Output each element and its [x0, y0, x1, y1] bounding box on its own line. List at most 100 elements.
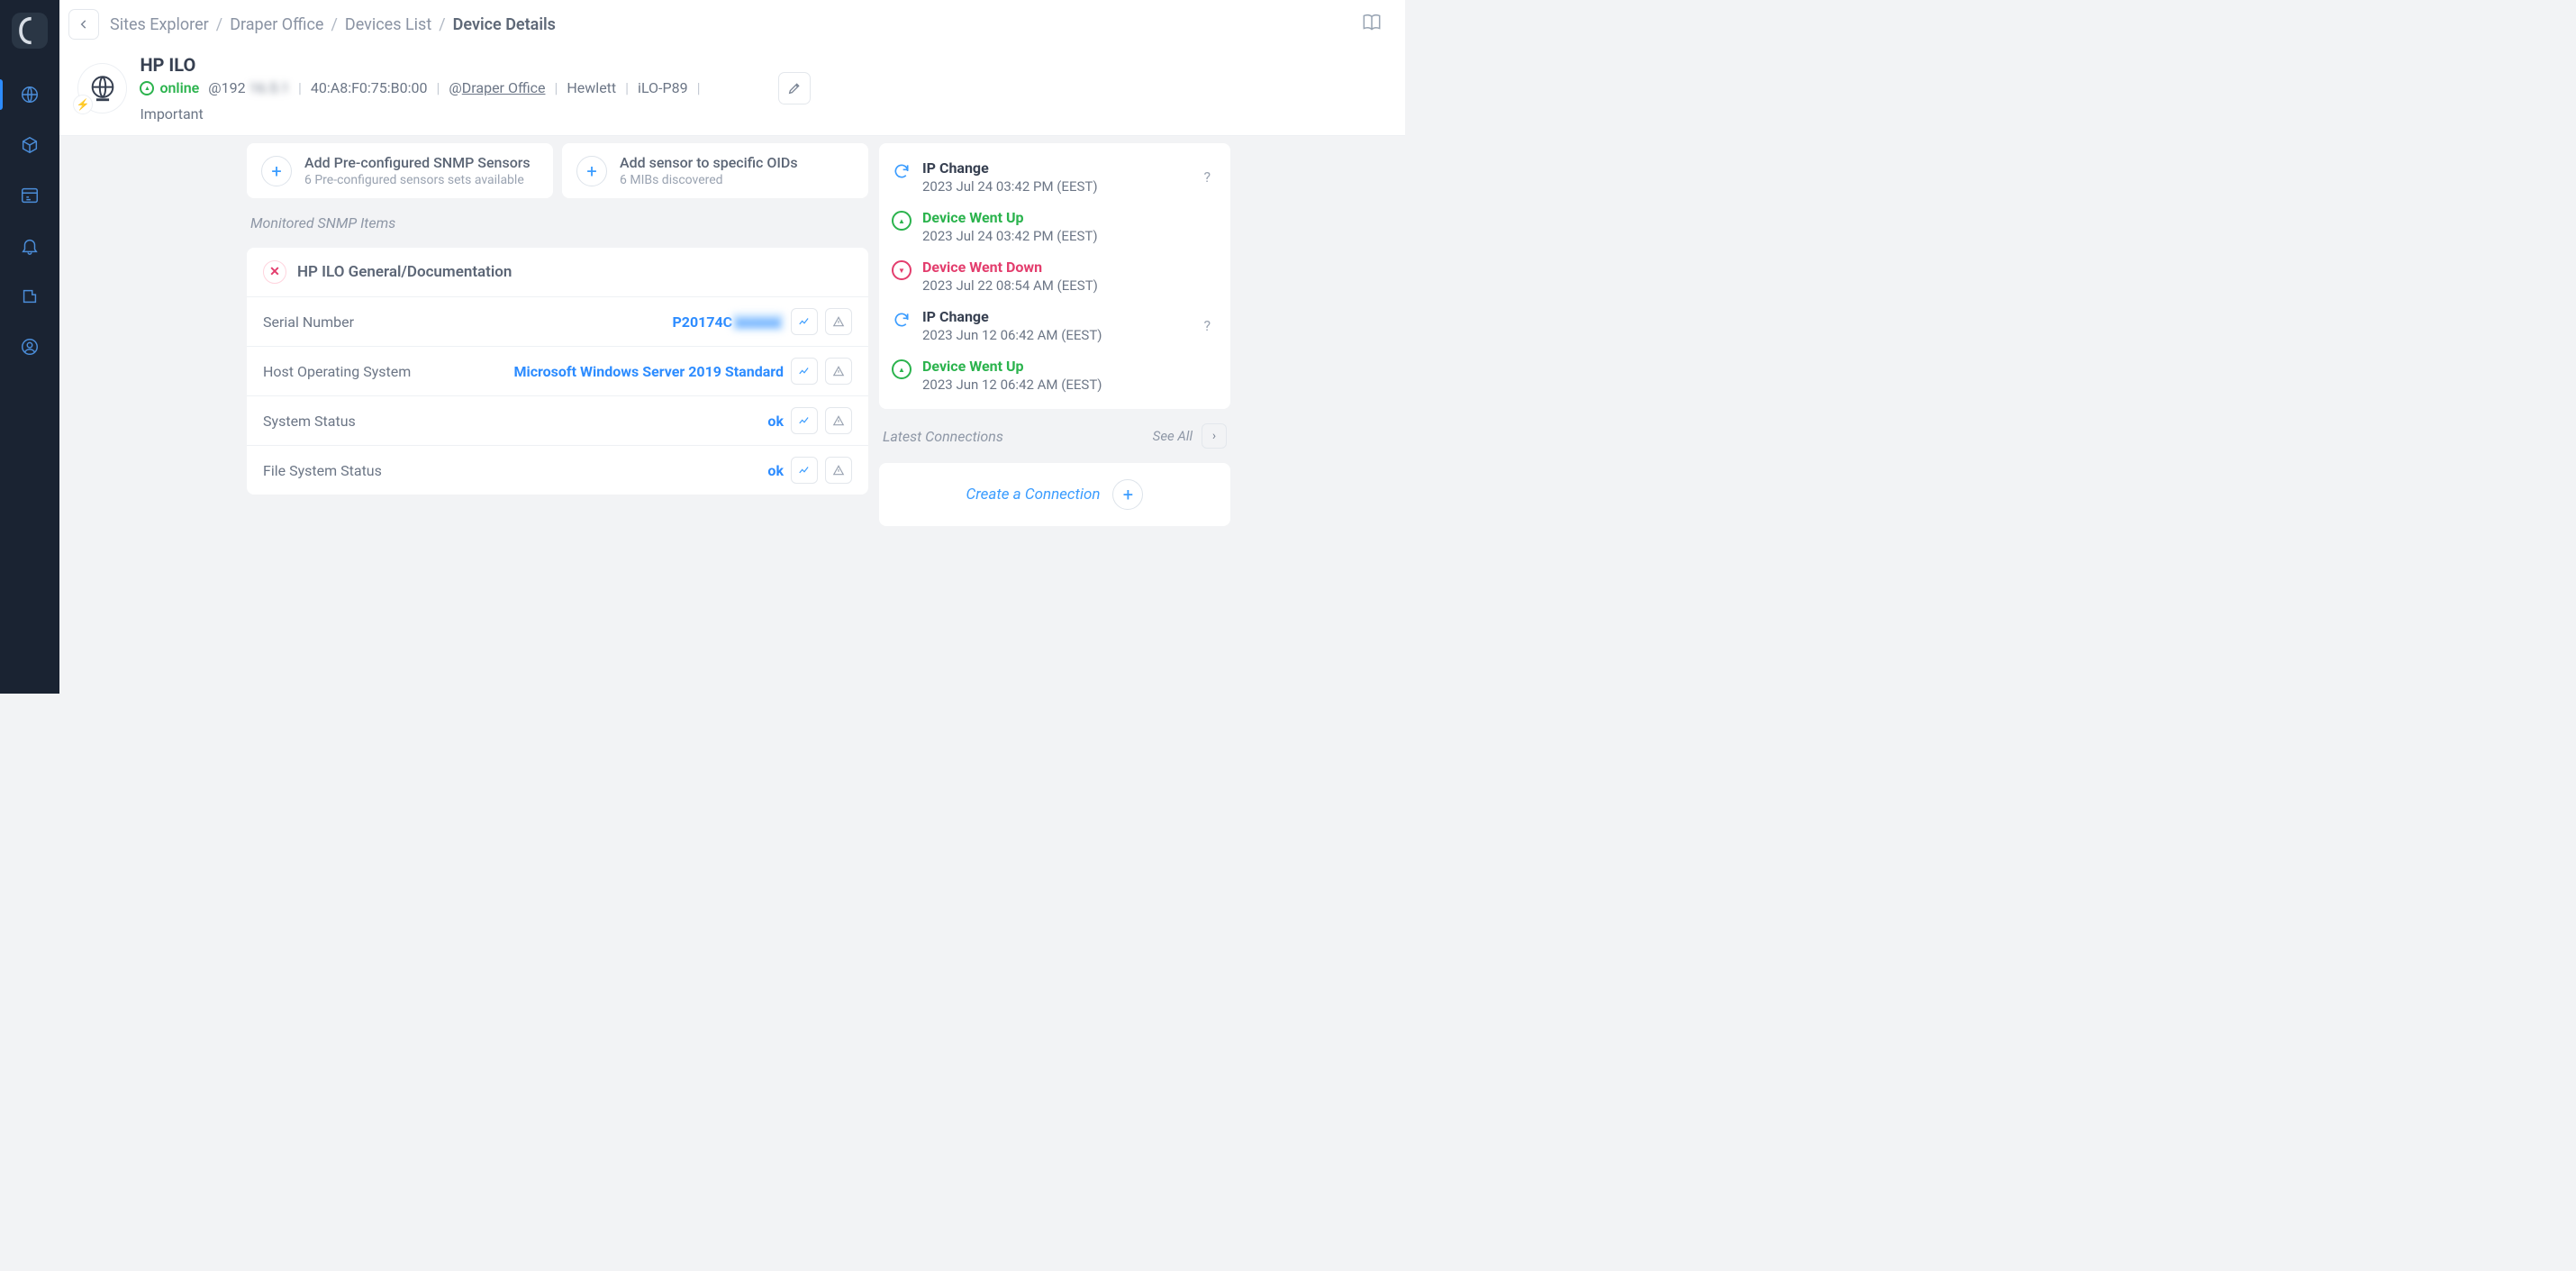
edit-button[interactable] — [778, 72, 811, 104]
alert-icon[interactable] — [825, 407, 852, 434]
event-time: 2023 Jun 12 06:42 AM (EEST) — [922, 377, 1211, 393]
breadcrumb-sites-explorer[interactable]: Sites Explorer — [110, 15, 209, 34]
snmp-row-file-system-status: File System Status ok — [247, 445, 868, 495]
row-value: ok — [767, 413, 784, 430]
breadcrumb-device-details: Device Details — [453, 15, 556, 34]
device-ip: @192 16.5.1 — [208, 79, 289, 96]
snmp-panel: ✕ HP ILO General/Documentation Serial Nu… — [247, 248, 868, 495]
device-type-icon: ⚡ — [77, 63, 127, 113]
up-icon — [892, 359, 912, 379]
row-value: ok — [767, 462, 784, 479]
device-location[interactable]: @Draper Office — [449, 79, 545, 96]
breadcrumb-sep: / — [216, 15, 222, 34]
device-meta: online @192 16.5.1 | 40:A8:F0:75:B0:00 |… — [140, 79, 766, 123]
event-ip-change: IP Change 2023 Jun 12 06:42 AM (EEST) ? — [888, 301, 1214, 350]
latest-connections-header: Latest Connections See All › — [879, 420, 1230, 452]
snmp-row-host-os: Host Operating System Microsoft Windows … — [247, 346, 868, 395]
chart-icon[interactable] — [791, 308, 818, 335]
row-label: System Status — [263, 413, 356, 430]
remove-sensor-button[interactable]: ✕ — [263, 260, 286, 284]
device-title: HP ILO — [140, 54, 766, 76]
add-oid-sensor-card[interactable]: + Add sensor to specific OIDs 6 MIBs dis… — [562, 143, 868, 198]
app-logo[interactable] — [12, 13, 48, 49]
latest-connections-title: Latest Connections — [883, 428, 1003, 445]
add-preconfigured-sensors-card[interactable]: + Add Pre-configured SNMP Sensors 6 Pre-… — [247, 143, 553, 198]
device-header: ⚡ HP ILO online @192 16.5.1 | 40:A8:F0:7… — [59, 49, 1405, 136]
snmp-panel-title: HP ILO General/Documentation — [297, 263, 512, 281]
event-device-down: Device Went Down 2023 Jul 22 08:54 AM (E… — [888, 251, 1214, 301]
sync-icon — [892, 161, 912, 181]
row-label: File System Status — [263, 462, 382, 479]
sync-icon — [892, 310, 912, 330]
add-card-subtitle: 6 MIBs discovered — [620, 173, 798, 187]
sidebar-item-dashboard[interactable] — [0, 173, 59, 218]
snmp-row-system-status: System Status ok — [247, 395, 868, 445]
event-time: 2023 Jul 22 08:54 AM (EEST) — [922, 277, 1211, 294]
sidebar-item-alerts[interactable] — [0, 223, 59, 268]
sidebar — [0, 0, 59, 694]
device-model: iLO-P89 — [638, 79, 688, 96]
event-timeline: IP Change 2023 Jul 24 03:42 PM (EEST) ? … — [879, 143, 1230, 409]
chart-icon[interactable] — [791, 358, 818, 385]
meta-sep: | — [436, 79, 440, 96]
device-importance: Important — [140, 105, 203, 123]
alert-icon[interactable] — [825, 457, 852, 484]
plus-icon: + — [1112, 479, 1143, 510]
meta-sep: | — [625, 79, 629, 96]
meta-sep: | — [298, 79, 302, 96]
event-title: IP Change — [922, 308, 1193, 325]
up-icon — [892, 211, 912, 231]
breadcrumb-draper-office[interactable]: Draper Office — [230, 15, 323, 34]
status-up-icon — [140, 81, 154, 95]
device-vendor: Hewlett — [567, 79, 616, 96]
status-text: online — [159, 79, 199, 96]
help-icon[interactable]: ? — [1203, 317, 1211, 334]
meta-sep: | — [554, 79, 558, 96]
chart-icon[interactable] — [791, 407, 818, 434]
sidebar-item-cube[interactable] — [0, 123, 59, 168]
event-time: 2023 Jun 12 06:42 AM (EEST) — [922, 327, 1193, 343]
add-card-subtitle: 6 Pre-configured sensors sets available — [304, 173, 531, 187]
create-connection-card[interactable]: Create a Connection + — [879, 463, 1230, 526]
meta-sep: | — [697, 79, 701, 96]
help-icon[interactable]: ? — [1203, 168, 1211, 186]
lightning-icon: ⚡ — [73, 95, 93, 114]
event-title: IP Change — [922, 159, 1193, 177]
create-connection-label: Create a Connection — [966, 486, 1101, 504]
plus-icon: + — [576, 156, 607, 186]
breadcrumb-sep: / — [331, 15, 337, 34]
sidebar-item-globe[interactable] — [0, 72, 59, 117]
alert-icon[interactable] — [825, 358, 852, 385]
docs-icon[interactable] — [1360, 11, 1383, 38]
row-label: Host Operating System — [263, 363, 411, 380]
row-label: Serial Number — [263, 313, 354, 331]
sidebar-item-plugin[interactable] — [0, 274, 59, 319]
see-all-link[interactable]: See All — [1153, 428, 1193, 444]
row-value: P20174Cxxxxxx — [672, 313, 784, 331]
snmp-row-serial: Serial Number P20174Cxxxxxx — [247, 296, 868, 346]
topbar: Sites Explorer / Draper Office / Devices… — [59, 0, 1405, 49]
event-time: 2023 Jul 24 03:42 PM (EEST) — [922, 178, 1193, 195]
monitored-snmp-heading: Monitored SNMP Items — [247, 209, 868, 237]
breadcrumb: Sites Explorer / Draper Office / Devices… — [110, 15, 556, 34]
add-card-title: Add sensor to specific OIDs — [620, 154, 798, 171]
device-mac: 40:A8:F0:75:B0:00 — [311, 79, 428, 96]
chevron-right-icon[interactable]: › — [1202, 423, 1227, 449]
event-device-up: Device Went Up 2023 Jul 24 03:42 PM (EES… — [888, 202, 1214, 251]
event-ip-change: IP Change 2023 Jul 24 03:42 PM (EEST) ? — [888, 152, 1214, 202]
alert-icon[interactable] — [825, 308, 852, 335]
event-title: Device Went Up — [922, 209, 1211, 226]
back-button[interactable] — [68, 9, 99, 40]
breadcrumb-devices-list[interactable]: Devices List — [345, 15, 431, 34]
status-badge: online — [140, 79, 199, 96]
content-area: + Add Pre-configured SNMP Sensors 6 Pre-… — [59, 136, 1405, 694]
event-title: Device Went Down — [922, 259, 1211, 276]
row-value: Microsoft Windows Server 2019 Standard — [513, 363, 784, 380]
breadcrumb-sep: / — [439, 15, 445, 34]
event-title: Device Went Up — [922, 358, 1211, 375]
down-icon — [892, 260, 912, 280]
chart-icon[interactable] — [791, 457, 818, 484]
event-time: 2023 Jul 24 03:42 PM (EEST) — [922, 228, 1211, 244]
plus-icon: + — [261, 156, 292, 186]
sidebar-item-profile[interactable] — [0, 324, 59, 369]
